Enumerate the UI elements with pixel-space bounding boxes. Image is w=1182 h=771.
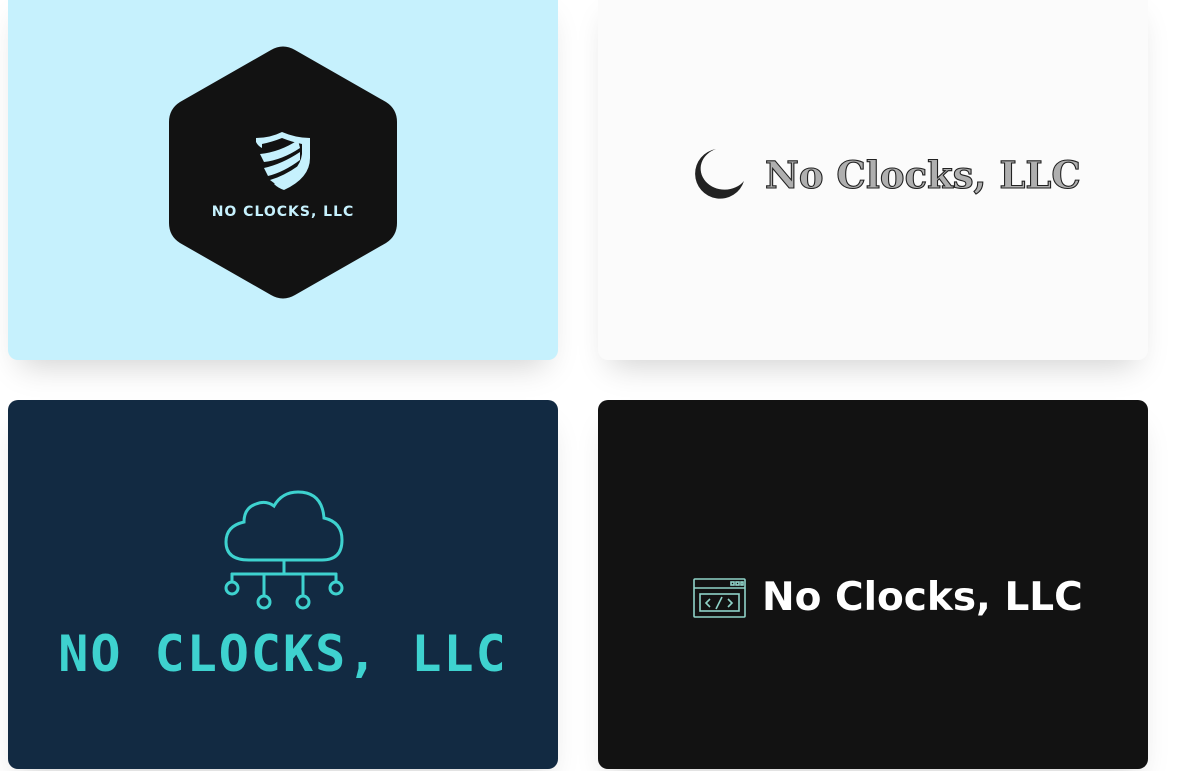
logo-code-artwork: No Clocks, LLC <box>693 575 1083 620</box>
logo-name-text: NO CLOCKS, LLC <box>212 204 355 220</box>
logo-card-serif[interactable]: No Clocks, LLC No Clocks, LLC <box>598 0 1148 360</box>
logo-name-text: NO CLOCKS, LLC <box>58 625 507 683</box>
logo-hexagon-artwork: NO CLOCKS, LLC <box>169 46 397 299</box>
logo-card-hexagon[interactable]: NO CLOCKS, LLC <box>8 0 558 360</box>
crescent-icon <box>695 149 744 199</box>
code-window-icon <box>693 578 746 618</box>
logo-grid: NO CLOCKS, LLC No Clocks, LLC No Clocks,… <box>0 0 1182 771</box>
logo-cloud-artwork: NO CLOCKS, LLC <box>58 490 507 683</box>
logo-name-text: No Clocks, LLC <box>762 575 1083 620</box>
logo-name-text: No Clocks, LLC <box>765 153 1081 197</box>
cloud-network-icon <box>224 490 344 610</box>
logo-serif-artwork: No Clocks, LLC No Clocks, LLC <box>695 149 1081 199</box>
hexagon-badge <box>169 46 397 299</box>
logo-card-cloud[interactable]: NO CLOCKS, LLC <box>8 400 558 769</box>
logo-card-code[interactable]: No Clocks, LLC <box>598 400 1148 769</box>
